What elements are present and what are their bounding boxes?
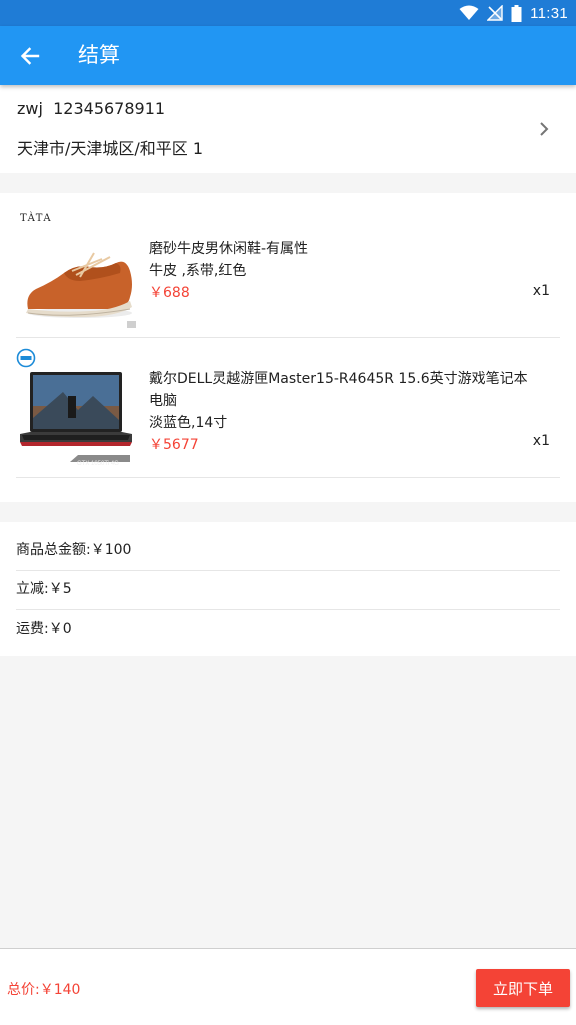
status-bar: 11:31 [0, 0, 576, 26]
list-item[interactable]: GTX 1050Ti 4G 戴尔DELL灵越游匣Master15-R4645R … [16, 338, 560, 478]
subtotal-row: 商品总金额:￥100 [16, 531, 560, 571]
arrow-left-icon [20, 47, 40, 65]
wifi-icon [459, 5, 479, 20]
status-time: 11:31 [530, 4, 568, 22]
product-image-shoe [26, 252, 136, 328]
product-image-caption: GTX 1050Ti 4G [77, 461, 119, 467]
address-card[interactable]: zwj 12345678911 天津市/天津城区/和平区 1 [0, 85, 576, 173]
product-price: ￥688 [149, 285, 190, 301]
back-button[interactable] [14, 40, 46, 72]
app-bar: 结算 [0, 26, 576, 85]
product-price: ￥5677 [149, 437, 199, 453]
order-summary: 商品总金额:￥100 立减:￥5 运费:￥0 [0, 522, 576, 656]
product-info: 磨砂牛皮男休闲鞋-有属性 牛皮 ,系带,红色 ￥688 [149, 238, 536, 304]
address-line: 天津市/天津城区/和平区 1 [17, 139, 204, 158]
place-order-button[interactable]: 立即下单 [476, 969, 570, 1007]
total-price: 总价:￥140 [7, 982, 81, 998]
product-quantity: x1 [532, 283, 550, 299]
product-spec: 牛皮 ,系带,红色 [149, 263, 247, 279]
product-image-laptop [20, 372, 132, 462]
dell-logo-icon [16, 348, 36, 368]
checkout-screen: 11:31 结算 zwj 12345678911 天津市/天津城区/和平区 1 … [0, 0, 576, 1025]
page-title: 结算 [78, 43, 120, 67]
discount-row: 立减:￥5 [16, 570, 560, 610]
address-name-phone: zwj 12345678911 [17, 99, 166, 118]
battery-icon [511, 4, 522, 22]
product-quantity: x1 [532, 433, 550, 449]
chevron-right-icon [540, 122, 549, 136]
status-icons: 11:31 [459, 4, 568, 22]
product-list: TÀTA 磨砂牛皮男休闲鞋-有属性 牛皮 ,系带,红色 ￥688 x1 GTX … [0, 193, 576, 502]
list-item[interactable]: TÀTA 磨砂牛皮男休闲鞋-有属性 牛皮 ,系带,红色 ￥688 x1 [16, 193, 560, 338]
brand-logo-tata: TÀTA [20, 213, 53, 224]
bottom-bar: 总价:￥140 立即下单 [0, 948, 576, 1025]
product-info: 戴尔DELL灵越游匣Master15-R4645R 15.6英寸游戏笔记本电脑 … [149, 368, 536, 456]
product-title: 戴尔DELL灵越游匣Master15-R4645R 15.6英寸游戏笔记本电脑 [149, 371, 528, 409]
no-signal-icon [487, 5, 503, 21]
shipping-row: 运费:￥0 [16, 621, 72, 637]
product-spec: 淡蓝色,14寸 [149, 415, 228, 431]
product-title: 磨砂牛皮男休闲鞋-有属性 [149, 241, 309, 257]
